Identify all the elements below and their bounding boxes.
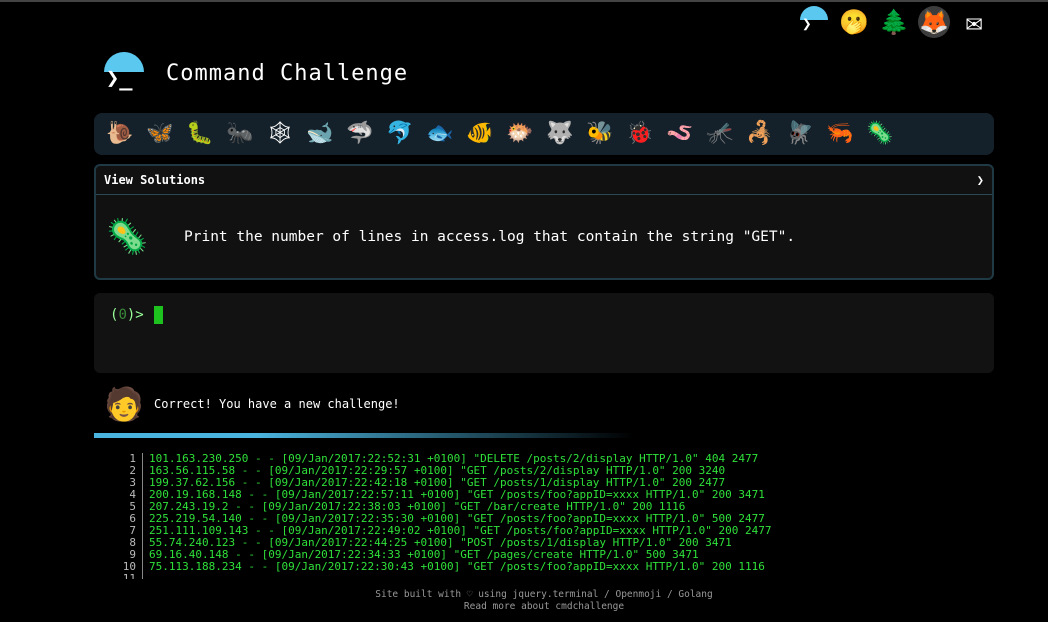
shrimp-icon[interactable]: 🦐 bbox=[820, 116, 860, 152]
line-number: 11 bbox=[108, 573, 143, 579]
mosquito-icon[interactable]: 🦟 bbox=[700, 116, 740, 152]
tropical-fish-icon[interactable]: 🐠 bbox=[460, 116, 500, 152]
terminal-prompt[interactable]: (0)> bbox=[110, 306, 163, 324]
wolf-icon[interactable]: 🐺 bbox=[540, 116, 580, 152]
line-number: 3 bbox=[108, 477, 143, 489]
task-text: Print the number of lines in access.log … bbox=[184, 229, 796, 245]
access-log-listing: 1 101.163.230.250 - - [09/Jan/2017:22:52:… bbox=[108, 453, 772, 579]
microbe-icon[interactable]: 🦠 bbox=[860, 116, 900, 152]
face-hand-icon[interactable]: 🫢 bbox=[838, 6, 870, 38]
footer-credits[interactable]: Site built with ♡ using jquery.terminal … bbox=[0, 589, 1048, 601]
log-line: 11 bbox=[108, 573, 772, 579]
line-number: 4 bbox=[108, 489, 143, 501]
bee-icon[interactable]: 🐝 bbox=[580, 116, 620, 152]
feedback-row: 🧑 Correct! You have a new challenge! bbox=[104, 384, 400, 424]
snail-icon[interactable]: 🐌 bbox=[100, 116, 140, 152]
web-icon[interactable]: 🕸 bbox=[260, 116, 300, 152]
fly-icon[interactable]: 🪰 bbox=[780, 116, 820, 152]
microbe-icon: 🦠 bbox=[106, 217, 149, 257]
line-number: 1 bbox=[108, 453, 143, 465]
line-number: 7 bbox=[108, 525, 143, 537]
page-title: Command Challenge bbox=[166, 60, 409, 86]
tree-icon[interactable]: 🌲 bbox=[878, 6, 910, 38]
person-icon: 🧑 bbox=[104, 385, 144, 423]
footer-about-link[interactable]: Read more about cmdchallenge bbox=[0, 601, 1048, 613]
chevron-right-icon[interactable]: ❯ bbox=[977, 173, 984, 187]
ladybug-icon[interactable]: 🐞 bbox=[620, 116, 660, 152]
fish-icon[interactable]: 🐟 bbox=[420, 116, 460, 152]
progress-bar bbox=[94, 433, 634, 438]
line-number: 6 bbox=[108, 513, 143, 525]
envelope-icon[interactable]: ✉ bbox=[958, 6, 990, 38]
solutions-panel: View Solutions ❯ 🦠 Print the number of l… bbox=[94, 164, 994, 280]
view-solutions-label[interactable]: View Solutions bbox=[104, 173, 205, 187]
shark-icon[interactable]: 🦈 bbox=[340, 116, 380, 152]
log-line: 10 75.113.188.234 - - [09/Jan/2017:22:30:… bbox=[108, 561, 772, 573]
blowfish-icon[interactable]: 🐡 bbox=[500, 116, 540, 152]
page-header: ❯_ Command Challenge bbox=[102, 52, 408, 94]
feedback-message: Correct! You have a new challenge! bbox=[154, 397, 400, 411]
dolphin-icon[interactable]: 🐬 bbox=[380, 116, 420, 152]
logo-icon[interactable]: ❯_ bbox=[102, 52, 146, 94]
line-number: 2 bbox=[108, 465, 143, 477]
top-icon-bar: ❯ 🫢 🌲 🦊 ✉ bbox=[798, 6, 990, 38]
prompt-icon[interactable]: ❯ bbox=[798, 6, 830, 38]
whale-icon[interactable]: 🐋 bbox=[300, 116, 340, 152]
ant-icon[interactable]: 🐜 bbox=[220, 116, 260, 152]
footer: Site built with ♡ using jquery.terminal … bbox=[0, 589, 1048, 613]
line-number: 10 bbox=[108, 561, 143, 573]
top-border bbox=[0, 0, 1048, 2]
challenge-selector: 🐌 🦋 🐛 🐜 🕸 🐋 🦈 🐬 🐟 🐠 🐡 🐺 🐝 🐞 🪱 🦟 🦂 🪰 🦐 🦠 bbox=[94, 113, 994, 155]
line-number: 5 bbox=[108, 501, 143, 513]
caterpillar-icon[interactable]: 🐛 bbox=[180, 116, 220, 152]
butterfly-icon[interactable]: 🦋 bbox=[140, 116, 180, 152]
log-text: 75.113.188.234 - - [09/Jan/2017:22:30:43… bbox=[149, 560, 765, 573]
terminal[interactable]: (0)> bbox=[94, 293, 994, 373]
line-number: 8 bbox=[108, 537, 143, 549]
worm-icon[interactable]: 🪱 bbox=[660, 116, 700, 152]
challenge-description: 🦠 Print the number of lines in access.lo… bbox=[96, 195, 992, 279]
terminal-cursor bbox=[153, 306, 163, 324]
scorpion-icon[interactable]: 🦂 bbox=[740, 116, 780, 152]
view-solutions-toggle[interactable]: View Solutions ❯ bbox=[96, 166, 992, 195]
gitlab-icon[interactable]: 🦊 bbox=[918, 6, 950, 38]
